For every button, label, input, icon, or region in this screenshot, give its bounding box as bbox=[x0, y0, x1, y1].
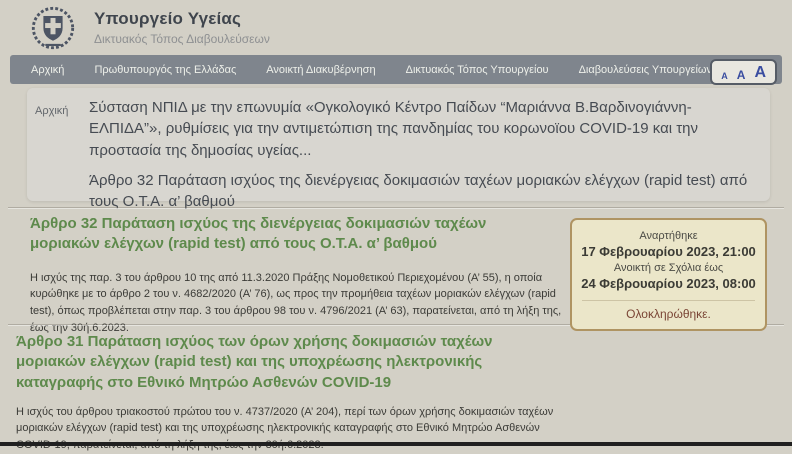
consultation-title[interactable]: Σύσταση ΝΠΙΔ με την επωνυμία «Ογκολογικό… bbox=[89, 97, 754, 161]
breadcrumb-home-link[interactable]: Αρχική bbox=[35, 105, 68, 117]
posted-label: Αναρτήθηκε bbox=[639, 230, 698, 242]
article-32-section: Άρθρο 32 Παράταση ισχύος της διενέργειας… bbox=[30, 214, 562, 336]
article-32-body: Η ισχύς της παρ. 3 του άρθρου 10 της από… bbox=[30, 271, 562, 334]
article-31-section: Άρθρο 31 Παράταση ισχύος των όρων χρήσης… bbox=[16, 332, 568, 454]
font-size-medium-button[interactable]: A bbox=[737, 69, 746, 81]
nav-item-ministry-site[interactable]: Δικτυακός Τόπος Υπουργείου bbox=[391, 64, 564, 76]
nav-item-open-government[interactable]: Ανοικτή Διακυβέρνηση bbox=[251, 64, 390, 76]
article-32-heading[interactable]: Άρθρο 32 Παράταση ισχύος της διενέργειας… bbox=[30, 214, 538, 255]
font-size-widget: A A A bbox=[710, 59, 777, 85]
footer-top-edge bbox=[0, 442, 792, 446]
site-subtitle: Δικτυακός Τόπος Διαβουλεύσεων bbox=[94, 32, 270, 46]
posted-date: 17 Φεβρουαρίου 2023, 21:00 bbox=[581, 244, 756, 260]
article-31-body: Η ισχύς του άρθρου τριακοστού πρώτου του… bbox=[16, 405, 554, 451]
page: { "header": { "title": "Υπουργείο Υγείας… bbox=[0, 0, 792, 451]
site-header-text: Υπουργείο Υγείας Δικτυακός Τόπος Διαβουλ… bbox=[94, 9, 270, 46]
status-completed-text: Ολοκληρώθηκε. bbox=[626, 306, 711, 321]
open-until-date: 24 Φεβρουαρίου 2023, 08:00 bbox=[581, 276, 756, 292]
main-nav: Αρχική Πρωθυπουργός της Ελλάδας Ανοικτή … bbox=[10, 55, 782, 85]
article-31-heading[interactable]: Άρθρο 31 Παράταση ισχύος των όρων χρήσης… bbox=[16, 332, 548, 393]
site-title[interactable]: Υπουργείο Υγείας bbox=[94, 9, 270, 29]
nav-item-ministry-consultations[interactable]: Διαβουλεύσεις Υπουργείων bbox=[564, 64, 727, 76]
consultation-header-text: Σύσταση ΝΠΙΔ με την επωνυμία «Ογκολογικό… bbox=[89, 97, 754, 210]
consultation-header-panel: Αρχική Σύσταση ΝΠΙΔ με την επωνυμία «Ογκ… bbox=[27, 88, 770, 210]
status-box-divider bbox=[582, 299, 755, 301]
section-divider bbox=[8, 207, 784, 209]
breadcrumb: Αρχική bbox=[35, 97, 89, 193]
font-size-small-button[interactable]: A bbox=[721, 72, 728, 81]
greek-coat-of-arms-icon bbox=[28, 5, 78, 53]
nav-item-home[interactable]: Αρχική bbox=[16, 64, 79, 76]
consultation-status-box: Αναρτήθηκε 17 Φεβρουαρίου 2023, 21:00 Αν… bbox=[570, 218, 767, 331]
font-size-large-button[interactable]: A bbox=[754, 65, 766, 81]
nav-item-prime-minister[interactable]: Πρωθυπουργός της Ελλάδας bbox=[79, 64, 251, 76]
open-until-label: Ανοικτή σε Σχόλια έως bbox=[613, 261, 724, 274]
site-header: Υπουργείο Υγείας Δικτυακός Τόπος Διαβουλ… bbox=[0, 0, 792, 55]
